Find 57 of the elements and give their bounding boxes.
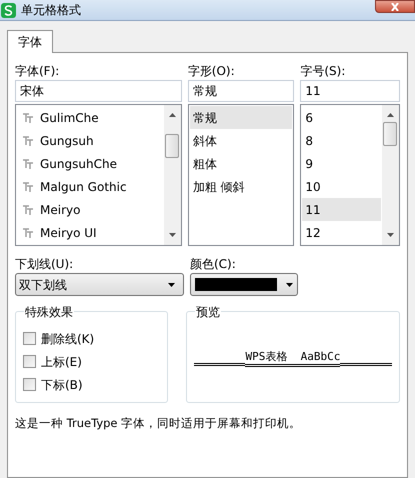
list-item[interactable]: 常规: [190, 106, 292, 129]
color-dropdown[interactable]: [190, 273, 298, 296]
app-logo-icon: [1, 2, 16, 18]
scrollbar-thumb[interactable]: [383, 122, 397, 146]
list-item[interactable]: 9: [302, 152, 381, 175]
list-item[interactable]: 10: [302, 175, 381, 198]
field-label: 字号(S):: [300, 63, 346, 80]
list-item[interactable]: 斜体: [190, 129, 292, 152]
list-item[interactable]: GungsuhChe: [17, 152, 163, 175]
field-label: 字体(F):: [15, 63, 60, 80]
caret-icon: [168, 282, 175, 286]
group-title: 特殊效果: [24, 303, 74, 321]
close-button[interactable]: [375, 0, 415, 13]
scroll-down-icon[interactable]: [168, 233, 176, 237]
preview-text: WPS表格 AaBbCc: [245, 350, 340, 366]
checkbox[interactable]: [23, 332, 36, 345]
list-item[interactable]: Gungsuh: [17, 129, 163, 152]
underline-dropdown[interactable]: 双下划线: [15, 273, 184, 296]
list-item[interactable]: 12: [302, 221, 381, 244]
scrollbar-thumb[interactable]: [164, 134, 179, 158]
scroll-up-icon[interactable]: [387, 113, 394, 117]
truetype-icon: [23, 136, 33, 146]
size-input-field[interactable]: 11: [300, 80, 400, 102]
scrollbar[interactable]: [164, 105, 181, 245]
tab[interactable]: 字体: [7, 30, 53, 53]
truetype-icon: [23, 112, 33, 122]
list-item[interactable]: 6: [302, 106, 381, 129]
scroll-down-icon[interactable]: [387, 233, 394, 237]
window-title: 单元格格式: [21, 2, 81, 19]
truetype-icon: [23, 182, 33, 192]
checkbox-label: 下标(B): [41, 376, 83, 394]
list-item[interactable]: Malgun Gothic: [17, 175, 163, 198]
caret-icon: [286, 282, 293, 286]
field-label: 颜色(C):: [190, 256, 237, 273]
scrollbar[interactable]: [382, 105, 399, 245]
font-input-field[interactable]: 宋体: [15, 80, 182, 102]
group-title: 预览: [194, 303, 221, 321]
checkbox-label: 上标(E): [41, 354, 82, 370]
checkbox-label: 删除线(K): [41, 330, 94, 348]
scroll-up-icon[interactable]: [168, 113, 176, 117]
checkbox[interactable]: [23, 378, 36, 391]
font-description: 这是一种 TrueType 字体，同时适用于屏幕和打印机。: [15, 415, 302, 432]
truetype-icon: [23, 228, 33, 238]
list-item[interactable]: GulimChe: [17, 106, 163, 129]
list-item[interactable]: 加粗 倾斜: [190, 175, 292, 198]
list-item[interactable]: Meiryo UI: [17, 221, 163, 244]
field-label: 字形(O):: [188, 63, 236, 80]
truetype-icon: [23, 204, 33, 214]
close-icon: [390, 2, 400, 10]
checkbox[interactable]: [23, 355, 36, 368]
list-item[interactable]: Meiryo: [17, 198, 163, 221]
style-input-field[interactable]: 常规: [188, 80, 294, 102]
truetype-icon: [23, 158, 33, 168]
list-item[interactable]: 粗体: [190, 152, 292, 175]
field-label: 下划线(U):: [15, 256, 74, 273]
list-item[interactable]: 8: [302, 129, 381, 152]
list-item[interactable]: 11: [302, 198, 381, 221]
